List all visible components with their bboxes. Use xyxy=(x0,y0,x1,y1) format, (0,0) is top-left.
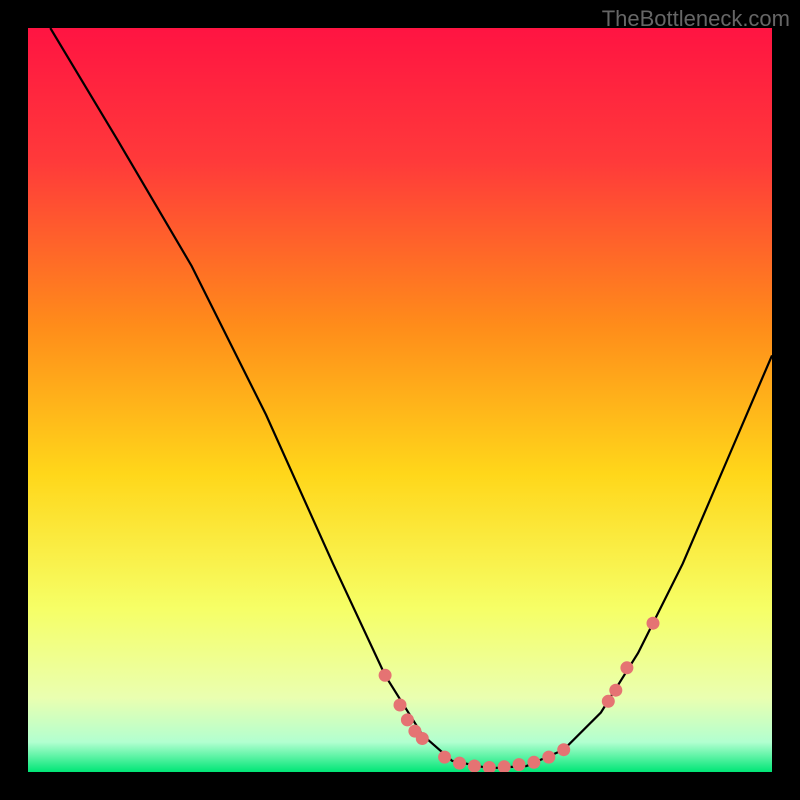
plot-area xyxy=(28,28,772,772)
chart-svg xyxy=(28,28,772,772)
data-point xyxy=(394,699,407,712)
data-point xyxy=(527,756,540,769)
data-point xyxy=(609,684,622,697)
data-point xyxy=(401,713,414,726)
data-point xyxy=(468,760,481,773)
data-point xyxy=(513,758,526,771)
gradient-background xyxy=(28,28,772,772)
data-point xyxy=(453,757,466,770)
chart-container: TheBottleneck.com xyxy=(0,0,800,800)
data-point xyxy=(602,695,615,708)
data-point xyxy=(647,617,660,630)
data-point xyxy=(620,661,633,674)
watermark-text: TheBottleneck.com xyxy=(602,6,790,32)
data-point xyxy=(557,743,570,756)
data-point xyxy=(438,751,451,764)
data-point xyxy=(379,669,392,682)
data-point xyxy=(542,751,555,764)
data-point xyxy=(416,732,429,745)
